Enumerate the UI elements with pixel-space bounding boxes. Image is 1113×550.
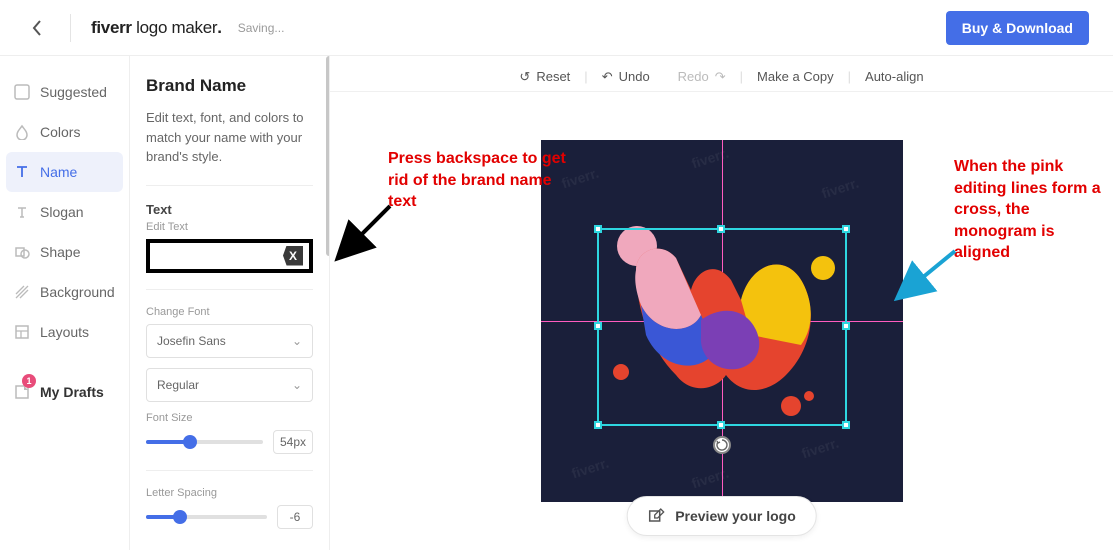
sidebar-item-suggested[interactable]: Suggested bbox=[0, 72, 129, 112]
suggested-icon bbox=[12, 82, 32, 102]
buy-download-button[interactable]: Buy & Download bbox=[946, 11, 1089, 45]
resize-handle-mr[interactable] bbox=[842, 322, 850, 330]
letter-spacing-value: -6 bbox=[277, 505, 313, 529]
sidebar-item-drafts[interactable]: 1 My Drafts bbox=[0, 372, 129, 412]
sidebar-item-colors[interactable]: Colors bbox=[0, 112, 129, 152]
font-size-value: 54px bbox=[273, 430, 313, 454]
drop-icon bbox=[12, 122, 32, 142]
save-status: Saving... bbox=[238, 21, 285, 35]
redo-icon: ↷ bbox=[715, 69, 726, 85]
undo-icon: ↶ bbox=[602, 69, 613, 85]
resize-handle-tm[interactable] bbox=[717, 225, 725, 233]
rotate-handle[interactable] bbox=[713, 436, 731, 454]
drafts-badge: 1 bbox=[22, 374, 36, 388]
chevron-down-icon: ⌄ bbox=[292, 334, 302, 348]
header-divider bbox=[70, 14, 71, 42]
letter-spacing-slider[interactable] bbox=[146, 515, 267, 519]
divider bbox=[146, 470, 313, 471]
reset-icon: ↺ bbox=[519, 69, 530, 85]
sidebar-item-shape[interactable]: Shape bbox=[0, 232, 129, 272]
resize-handle-bm[interactable] bbox=[717, 421, 725, 429]
select-value: Regular bbox=[157, 378, 199, 392]
reset-button[interactable]: ↺Reset bbox=[505, 69, 584, 85]
app-header: fiverr logo maker. Saving... Buy & Downl… bbox=[0, 0, 1113, 56]
layouts-icon bbox=[12, 322, 32, 342]
selection-box[interactable] bbox=[597, 228, 847, 426]
resize-handle-bl[interactable] bbox=[594, 421, 602, 429]
undo-button[interactable]: ↶Undo bbox=[588, 69, 664, 85]
sidebar-item-layouts[interactable]: Layouts bbox=[0, 312, 129, 352]
edit-text-label: Edit Text bbox=[146, 221, 313, 233]
sidebar-item-name[interactable]: Name bbox=[6, 152, 123, 192]
background-icon bbox=[12, 282, 32, 302]
logo-canvas[interactable]: fiverr. fiverr. fiverr. fiverr. fiverr. … bbox=[541, 140, 903, 502]
backspace-key-icon: X bbox=[283, 246, 303, 266]
resize-handle-tl[interactable] bbox=[594, 225, 602, 233]
sidebar-item-label: Layouts bbox=[40, 324, 89, 340]
slogan-icon bbox=[12, 202, 32, 222]
sidebar-item-background[interactable]: Background bbox=[0, 272, 129, 312]
text-icon bbox=[12, 162, 32, 182]
brand-name-input[interactable]: X bbox=[146, 239, 313, 273]
auto-align-button[interactable]: Auto-align bbox=[851, 69, 938, 84]
sidebar-item-label: Slogan bbox=[40, 204, 84, 220]
preview-logo-button[interactable]: Preview your logo bbox=[626, 496, 817, 536]
sidebar-item-label: Colors bbox=[40, 124, 80, 140]
redo-button[interactable]: Redo ↷ bbox=[664, 69, 740, 85]
panel-desc: Edit text, font, and colors to match you… bbox=[146, 108, 313, 167]
canvas-toolbar: ↺Reset | ↶Undo Redo ↷ | Make a Copy | Au… bbox=[330, 56, 1113, 92]
sidebar-item-slogan[interactable]: Slogan bbox=[0, 192, 129, 232]
sidebar-item-label: Name bbox=[40, 164, 77, 180]
sidebar: Suggested Colors Name Slogan Shape Backg… bbox=[0, 56, 130, 550]
font-size-label: Font Size bbox=[146, 412, 313, 424]
font-weight-select[interactable]: Regular ⌄ bbox=[146, 368, 313, 402]
preview-icon bbox=[647, 507, 665, 525]
chevron-down-icon: ⌄ bbox=[292, 378, 302, 392]
sidebar-item-label: Shape bbox=[40, 244, 80, 260]
sidebar-item-label: My Drafts bbox=[40, 384, 104, 400]
canvas-area: ↺Reset | ↶Undo Redo ↷ | Make a Copy | Au… bbox=[330, 56, 1113, 550]
section-text-header: Text bbox=[146, 202, 313, 217]
brand-logo: fiverr logo maker. bbox=[91, 18, 222, 38]
letter-spacing-label: Letter Spacing bbox=[146, 487, 313, 499]
change-font-label: Change Font bbox=[146, 306, 313, 318]
resize-handle-tr[interactable] bbox=[842, 225, 850, 233]
panel-title: Brand Name bbox=[146, 76, 313, 96]
resize-handle-ml[interactable] bbox=[594, 322, 602, 330]
divider bbox=[146, 289, 313, 290]
font-size-slider[interactable] bbox=[146, 440, 263, 444]
resize-handle-br[interactable] bbox=[842, 421, 850, 429]
back-button[interactable] bbox=[24, 15, 50, 41]
chevron-left-icon bbox=[32, 20, 42, 36]
editor-stage[interactable]: fiverr. fiverr. fiverr. fiverr. fiverr. … bbox=[330, 92, 1113, 550]
sidebar-item-label: Background bbox=[40, 284, 115, 300]
select-value: Josefin Sans bbox=[157, 334, 226, 348]
divider bbox=[146, 185, 313, 186]
properties-panel: Brand Name Edit text, font, and colors t… bbox=[130, 56, 330, 550]
rotate-icon bbox=[715, 438, 729, 452]
font-family-select[interactable]: Josefin Sans ⌄ bbox=[146, 324, 313, 358]
shape-icon bbox=[12, 242, 32, 262]
make-copy-button[interactable]: Make a Copy bbox=[743, 69, 848, 84]
sidebar-item-label: Suggested bbox=[40, 84, 107, 100]
